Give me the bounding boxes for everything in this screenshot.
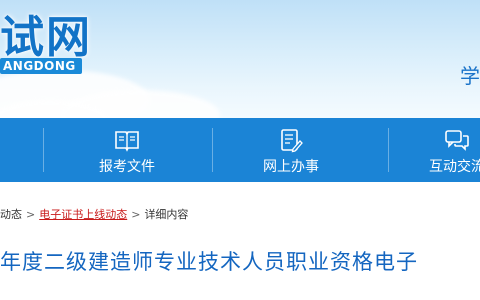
nav-divider bbox=[212, 128, 213, 172]
site-logo-subtitle: ANGDONG bbox=[0, 58, 82, 74]
breadcrumb-item[interactable]: 动态 bbox=[0, 208, 22, 221]
breadcrumb-separator: > bbox=[131, 208, 141, 221]
nav-item-label: 互动交流 bbox=[429, 159, 480, 175]
nav-item-interaction[interactable]: 互动交流 bbox=[382, 118, 480, 182]
breadcrumb-separator: > bbox=[26, 208, 36, 221]
breadcrumb: 动态 > 电子证书上线动态 > 详细内容 bbox=[0, 206, 188, 222]
chat-icon bbox=[445, 130, 469, 151]
main-nav: 报考文件 网上办事 互动交流 bbox=[0, 118, 480, 182]
breadcrumb-current: 详细内容 bbox=[144, 208, 189, 221]
document-edit-icon bbox=[281, 129, 303, 153]
site-header: 试网 ANGDONG 学 bbox=[0, 0, 480, 118]
nav-divider bbox=[43, 128, 44, 172]
nav-item-label: 网上办事 bbox=[263, 159, 319, 175]
nav-item-exam-documents[interactable]: 报考文件 bbox=[52, 118, 202, 182]
nav-item-online-services[interactable]: 网上办事 bbox=[216, 118, 366, 182]
site-logo-title[interactable]: 试网 bbox=[0, 1, 92, 65]
article-title: 年度二级建造师专业技术人员职业资格电子 bbox=[0, 250, 418, 274]
nav-item-label: 报考文件 bbox=[99, 159, 155, 175]
header-right-text: 学 bbox=[460, 64, 480, 88]
book-icon bbox=[115, 131, 139, 152]
breadcrumb-link-e-certificate[interactable]: 电子证书上线动态 bbox=[39, 208, 127, 221]
